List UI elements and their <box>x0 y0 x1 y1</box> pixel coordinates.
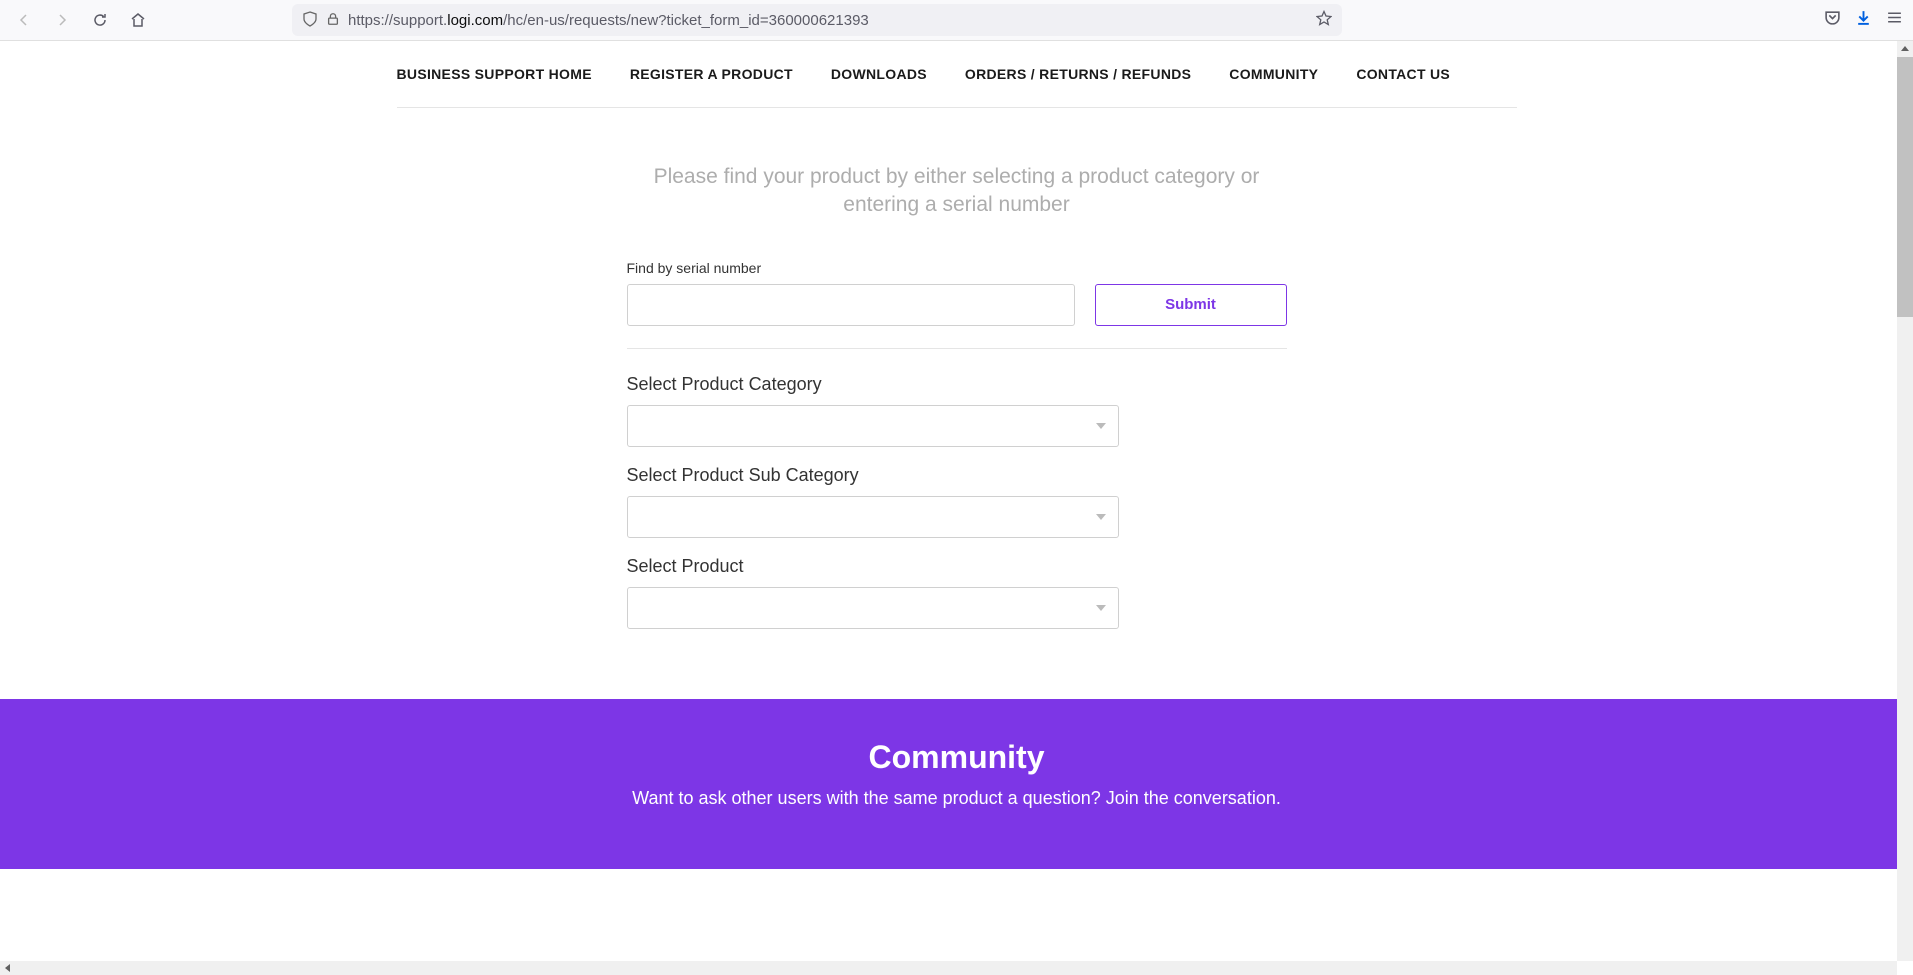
main-nav: BUSINESS SUPPORT HOME REGISTER A PRODUCT… <box>397 41 1517 108</box>
form-intro: Please find your product by either selec… <box>627 163 1287 220</box>
downloads-icon[interactable] <box>1855 9 1872 31</box>
scrollbar-left-arrow[interactable] <box>0 961 16 975</box>
subcategory-label: Select Product Sub Category <box>627 465 1287 486</box>
community-title: Community <box>0 739 1913 776</box>
product-select[interactable] <box>627 587 1119 629</box>
url-path: /hc/en-us/requests/new?ticket_form_id=36… <box>503 12 869 29</box>
nav-orders-returns[interactable]: ORDERS / RETURNS / REFUNDS <box>965 66 1191 82</box>
subcategory-group: Select Product Sub Category <box>627 465 1287 538</box>
scrollbar-up-arrow[interactable] <box>1897 41 1913 57</box>
vertical-scrollbar[interactable] <box>1897 41 1913 961</box>
url-text: https://support.logi.com/hc/en-us/reques… <box>348 12 1308 29</box>
bookmark-star-icon[interactable] <box>1316 10 1332 31</box>
nav-downloads[interactable]: DOWNLOADS <box>831 66 927 82</box>
category-select[interactable] <box>627 405 1119 447</box>
horizontal-scrollbar[interactable] <box>0 961 1897 975</box>
browser-toolbar: https://support.logi.com/hc/en-us/reques… <box>0 0 1913 41</box>
url-prefix: https://support. <box>348 12 447 29</box>
community-subtitle: Want to ask other users with the same pr… <box>0 788 1913 809</box>
category-label: Select Product Category <box>627 374 1287 395</box>
serial-label: Find by serial number <box>627 260 1075 276</box>
serial-group: Find by serial number <box>627 260 1075 326</box>
submit-button[interactable]: Submit <box>1095 284 1287 326</box>
category-group: Select Product Category <box>627 374 1287 447</box>
serial-input[interactable] <box>627 284 1075 326</box>
url-domain: logi.com <box>447 12 503 29</box>
back-button[interactable] <box>10 6 38 34</box>
scrollbar-thumb[interactable] <box>1897 57 1913 317</box>
lock-icon <box>326 12 340 29</box>
address-bar[interactable]: https://support.logi.com/hc/en-us/reques… <box>292 4 1342 36</box>
menu-icon[interactable] <box>1886 9 1903 31</box>
page-content: BUSINESS SUPPORT HOME REGISTER A PRODUCT… <box>0 41 1913 975</box>
community-banner: Community Want to ask other users with t… <box>0 699 1913 869</box>
product-label: Select Product <box>627 556 1287 577</box>
nav-community[interactable]: COMMUNITY <box>1229 66 1318 82</box>
serial-row: Find by serial number Submit <box>627 260 1287 349</box>
subcategory-select[interactable] <box>627 496 1119 538</box>
shield-icon <box>302 11 318 30</box>
pocket-icon[interactable] <box>1824 9 1841 31</box>
nav-register-product[interactable]: REGISTER A PRODUCT <box>630 66 793 82</box>
nav-contact-us[interactable]: CONTACT US <box>1356 66 1450 82</box>
product-group: Select Product <box>627 556 1287 629</box>
product-form: Please find your product by either selec… <box>627 163 1287 629</box>
forward-button[interactable] <box>48 6 76 34</box>
toolbar-right <box>1824 9 1903 31</box>
home-button[interactable] <box>124 6 152 34</box>
nav-business-support[interactable]: BUSINESS SUPPORT HOME <box>397 66 592 82</box>
reload-button[interactable] <box>86 6 114 34</box>
